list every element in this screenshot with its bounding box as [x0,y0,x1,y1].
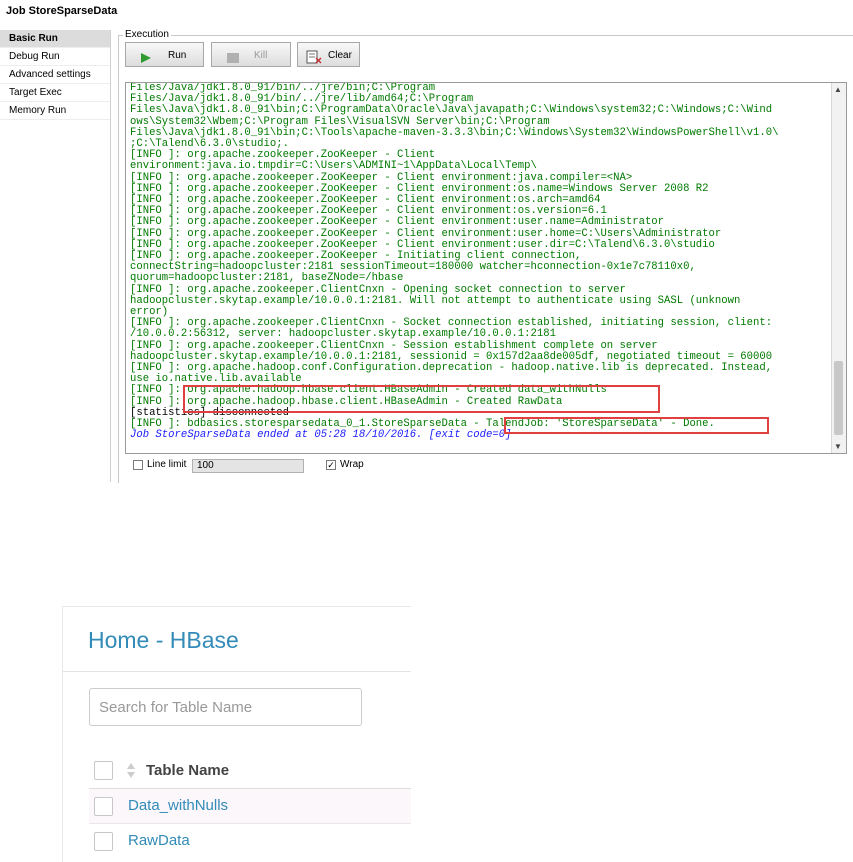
sort-icon[interactable] [126,761,136,781]
clear-button-label: Clear [328,50,352,61]
table-name-link[interactable]: Data_withNulls [128,797,228,814]
sidebar-item-basic-run[interactable]: Basic Run [0,30,110,48]
console-options: Line limit ✓ Wrap [125,458,725,474]
console-line: [INFO ]: org.apache.zookeeper.ZooKeeper … [130,216,665,229]
scrollbar-thumb[interactable] [834,361,843,435]
hue-hbase-panel: Home - HBase Table Name Data_withNulls R… [62,606,411,862]
play-icon [140,49,152,74]
sidebar-item-debug-run[interactable]: Debug Run [0,48,110,66]
search-table-input[interactable] [89,688,362,726]
run-button-label: Run [168,50,187,61]
run-sidebar: Basic Run Debug Run Advanced settings Ta… [0,30,111,482]
page-title: Home - HBase [88,627,239,653]
table-name-link[interactable]: RawData [128,832,190,849]
console-line: quorum=hadoopcluster:2181, baseZNode=/hb… [130,272,404,285]
select-all-checkbox[interactable] [94,761,113,780]
sidebar-item-memory-run[interactable]: Memory Run [0,102,110,120]
table-row: Data_withNulls [89,789,411,823]
sidebar-item-target-exec[interactable]: Target Exec [0,84,110,102]
console-line: hadoopcluster.skytap.example/10.0.0.1:21… [130,294,741,307]
wrap-label: Wrap [340,459,364,470]
table-row: RawData [89,824,411,858]
execution-group-label: Execution [123,29,171,40]
console-scrollbar[interactable]: ▲ ▼ [831,83,846,453]
table-name-column-header[interactable]: Table Name [146,762,229,779]
row-checkbox[interactable] [94,797,113,816]
job-title: Job StoreSparseData [6,5,118,17]
run-button[interactable]: Run [125,42,204,67]
kill-button[interactable]: Kill [211,42,291,67]
clear-button[interactable]: Clear [297,42,360,67]
line-limit-checkbox[interactable] [133,460,143,470]
stop-icon [226,49,240,74]
row-checkbox[interactable] [94,832,113,851]
console-line: Files\Java\jdk1.8.0_91\bin;C:\ProgramDat… [130,104,773,117]
title-divider [63,671,411,672]
wrap-checkbox[interactable]: ✓ [326,460,336,470]
line-limit-input[interactable] [192,459,304,473]
line-limit-label: Line limit [147,459,187,470]
scroll-down-icon[interactable]: ▼ [834,442,842,451]
highlight-created-tables [183,385,660,413]
console-line: /10.0.0.2:56312, server: hadoopcluster.s… [130,328,556,341]
kill-button-label: Kill [254,50,268,61]
clear-console-icon [306,49,322,74]
highlight-job-done [504,417,769,434]
sidebar-item-advanced-settings[interactable]: Advanced settings [0,66,110,84]
talend-run-panel: Job StoreSparseData Basic Run Debug Run … [0,0,853,483]
scroll-up-icon[interactable]: ▲ [834,85,842,94]
console-line: environment:java.io.tmpdir=C:\Users\ADMI… [130,160,537,173]
